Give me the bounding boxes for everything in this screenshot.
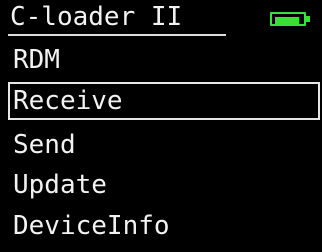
menu-item-deviceinfo[interactable]: DeviceInfo: [0, 208, 322, 244]
screen-title: C-loader II: [10, 2, 183, 32]
title-underline: [8, 34, 226, 36]
battery-level-fill: [275, 17, 299, 25]
device-screen: C-loader II RDM Receive Send Update Devi…: [0, 0, 322, 252]
menu-item-label: Update: [13, 170, 107, 200]
battery-tip: [306, 16, 310, 22]
menu-item-rdm[interactable]: RDM: [0, 42, 322, 78]
menu-item-label: DeviceInfo: [13, 211, 170, 241]
main-menu: RDM Receive Send Update DeviceInfo: [0, 38, 322, 252]
battery-icon: [270, 12, 314, 28]
menu-item-send[interactable]: Send: [0, 127, 322, 163]
menu-item-label: Receive: [13, 86, 123, 116]
title-bar: C-loader II: [0, 0, 322, 39]
menu-item-receive[interactable]: Receive: [8, 82, 320, 120]
menu-item-label: Send: [13, 130, 76, 160]
menu-item-update[interactable]: Update: [0, 167, 322, 203]
battery-body: [270, 12, 306, 26]
menu-item-label: RDM: [13, 45, 60, 75]
